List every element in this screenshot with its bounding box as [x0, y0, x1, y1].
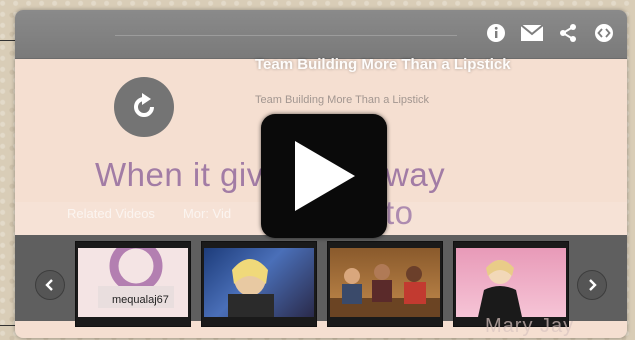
toolbar-divider: [115, 35, 457, 36]
embed-icon[interactable]: [593, 22, 615, 44]
caption-left-text: When it give: [95, 156, 283, 193]
related-tabs: Related Videos Mor: Vid: [67, 206, 231, 221]
player-toolbar: [15, 10, 627, 59]
related-thumbnail[interactable]: mequalaj67: [75, 241, 191, 327]
replay-icon[interactable]: [114, 77, 174, 137]
related-thumbnail[interactable]: [201, 241, 317, 327]
tab-more-videos[interactable]: Mor: Vid: [183, 206, 231, 221]
video-subtitle: Team Building More Than a Lipstick: [255, 94, 430, 106]
chevron-left-icon[interactable]: [35, 270, 65, 300]
video-caption: When it give way to: [95, 156, 445, 231]
chevron-right-icon[interactable]: [577, 270, 607, 300]
toolbar-actions: [485, 22, 615, 44]
share-icon[interactable]: [557, 22, 579, 44]
info-icon[interactable]: [485, 22, 507, 44]
brand-watermark: Mary Jay: [485, 315, 575, 337]
video-player[interactable]: Team Building More Than a Lipstick Team …: [15, 10, 627, 338]
tab-related-videos[interactable]: Related Videos: [67, 206, 155, 221]
video-title[interactable]: Team Building More Than a Lipstick: [255, 56, 545, 74]
thumbnail-label: mequalaj67: [112, 294, 169, 306]
play-icon[interactable]: [261, 114, 387, 238]
envelope-icon[interactable]: [521, 22, 543, 44]
related-thumbnail[interactable]: [327, 241, 443, 327]
video-title-block: Team Building More Than a Lipstick Team …: [255, 56, 545, 106]
